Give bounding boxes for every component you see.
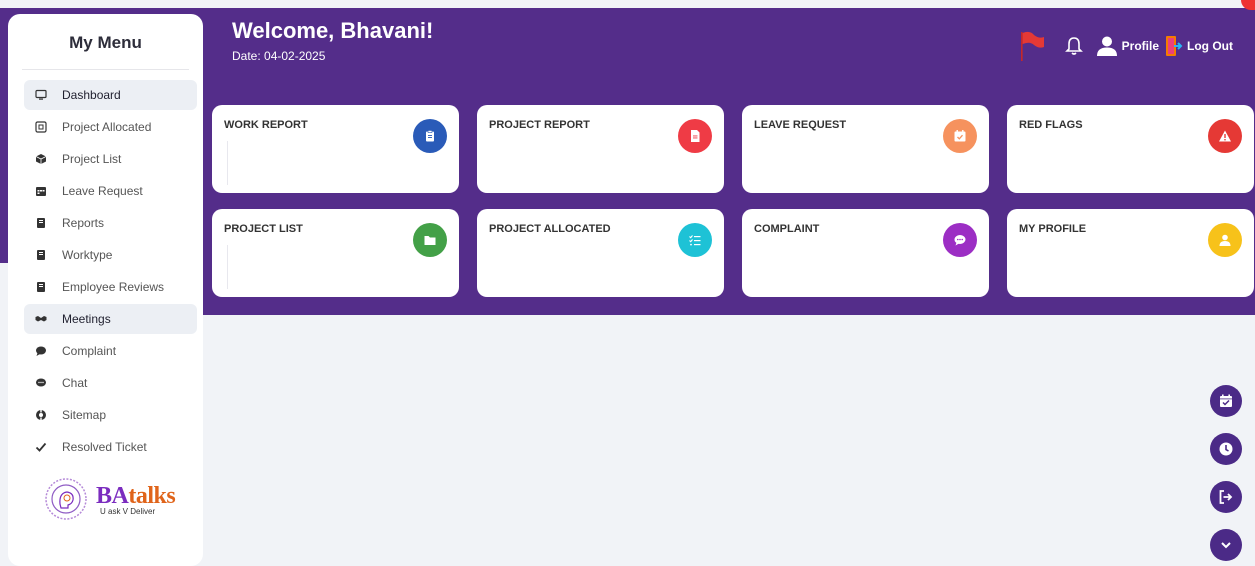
card-title: PROJECT ALLOCATED <box>489 223 611 235</box>
user-icon <box>1096 36 1117 56</box>
sitemap-icon <box>34 408 48 422</box>
sidebar-item-label: Reports <box>62 216 105 230</box>
card-title: RED FLAGS <box>1019 119 1083 131</box>
sidebar-item-dashboard[interactable]: Dashboard <box>24 80 197 110</box>
card-title: LEAVE REQUEST <box>754 119 847 131</box>
book-icon <box>34 280 48 294</box>
check-icon <box>34 440 48 454</box>
sidebar-item-leave-request[interactable]: Leave Request <box>24 176 197 206</box>
card-project-allocated[interactable]: PROJECT ALLOCATED <box>477 209 724 297</box>
logout-fab-button[interactable] <box>1210 481 1242 513</box>
card-my-profile[interactable]: MY PROFILE <box>1007 209 1254 297</box>
clipboard-icon <box>413 119 447 153</box>
sidebar-item-employee-reviews[interactable]: Employee Reviews <box>24 272 197 302</box>
sidebar-item-sitemap[interactable]: Sitemap <box>24 400 197 430</box>
sidebar-item-complaint[interactable]: Complaint <box>24 336 197 366</box>
card-title: PROJECT LIST <box>224 223 303 235</box>
sidebar-item-label: Complaint <box>62 344 117 358</box>
sidebar-item-label: Dashboard <box>62 88 121 102</box>
comment-icon <box>34 344 48 358</box>
sidebar-item-worktype[interactable]: Worktype <box>24 240 197 270</box>
card-divider <box>227 141 228 185</box>
sidebar-menu: Dashboard Project Allocated Project List… <box>8 70 203 462</box>
book-icon <box>34 248 48 262</box>
card-red-flags[interactable]: RED FLAGS <box>1007 105 1254 193</box>
cube-icon <box>34 152 48 166</box>
logout-link[interactable]: Log Out <box>1187 39 1233 53</box>
logout-door-icon <box>1166 36 1183 56</box>
sidebar-item-chat[interactable]: Chat <box>24 368 197 398</box>
user-icon <box>1208 223 1242 257</box>
chat-icon <box>34 376 48 390</box>
sidebar-item-label: Meetings <box>62 312 111 326</box>
card-work-report[interactable]: WORK REPORT <box>212 105 459 193</box>
monitor-icon <box>34 88 48 102</box>
sidebar-item-label: Resolved Ticket <box>62 440 147 454</box>
welcome-heading: Welcome, Bhavani! <box>232 18 434 43</box>
card-title: WORK REPORT <box>224 119 308 131</box>
folder-icon <box>413 223 447 257</box>
batalks-logo: BAtalks U ask V Deliver <box>44 474 184 524</box>
sign-out-icon <box>1219 490 1233 504</box>
clock-icon <box>1219 442 1233 456</box>
top-bar-actions: Profile Log Out <box>1018 30 1233 62</box>
card-title: PROJECT REPORT <box>489 119 590 131</box>
profile-link[interactable]: Profile <box>1122 39 1159 53</box>
card-divider <box>227 245 228 289</box>
sidebar-item-label: Worktype <box>62 248 113 262</box>
card-project-report[interactable]: PROJECT REPORT <box>477 105 724 193</box>
file-icon <box>678 119 712 153</box>
square-dot-icon <box>34 120 48 134</box>
calendar-fab-button[interactable] <box>1210 385 1242 417</box>
logo-brand-talks: talks <box>128 482 176 509</box>
sidebar: My Menu Dashboard Project Allocated Proj… <box>8 14 203 566</box>
bell-icon[interactable] <box>1064 36 1084 56</box>
sidebar-item-project-list[interactable]: Project List <box>24 144 197 174</box>
sidebar-title: My Menu <box>22 14 189 70</box>
sidebar-item-label: Leave Request <box>62 184 143 198</box>
current-date: Date: 04-02-2025 <box>232 49 326 63</box>
calendar-check-icon <box>1220 394 1232 407</box>
card-title: COMPLAINT <box>754 223 820 235</box>
card-project-list[interactable]: PROJECT LIST <box>212 209 459 297</box>
chevron-down-icon <box>1221 542 1231 549</box>
book-icon <box>34 216 48 230</box>
sidebar-item-label: Chat <box>62 376 88 390</box>
card-complaint[interactable]: COMPLAINT <box>742 209 989 297</box>
comment-dots-icon <box>943 223 977 257</box>
scroll-down-fab-button[interactable] <box>1210 529 1242 561</box>
calendar-icon <box>34 184 48 198</box>
sidebar-item-project-allocated[interactable]: Project Allocated <box>24 112 197 142</box>
card-leave-request[interactable]: LEAVE REQUEST <box>742 105 989 193</box>
handshake-icon <box>34 312 48 326</box>
warning-icon <box>1208 119 1242 153</box>
sidebar-item-label: Employee Reviews <box>62 280 165 294</box>
calendar-check-icon <box>943 119 977 153</box>
logo-brand-ba: BA <box>96 482 129 509</box>
sidebar-item-label: Project Allocated <box>62 120 152 134</box>
sidebar-item-label: Project List <box>62 152 122 166</box>
clock-fab-button[interactable] <box>1210 433 1242 465</box>
sidebar-item-resolved-ticket[interactable]: Resolved Ticket <box>24 432 197 462</box>
sidebar-item-reports[interactable]: Reports <box>24 208 197 238</box>
red-flag-icon[interactable] <box>1018 30 1046 62</box>
card-title: MY PROFILE <box>1019 223 1087 235</box>
sidebar-item-label: Sitemap <box>62 408 107 422</box>
logo-emblem-icon <box>45 478 87 520</box>
sidebar-item-meetings[interactable]: Meetings <box>24 304 197 334</box>
list-check-icon <box>678 223 712 257</box>
